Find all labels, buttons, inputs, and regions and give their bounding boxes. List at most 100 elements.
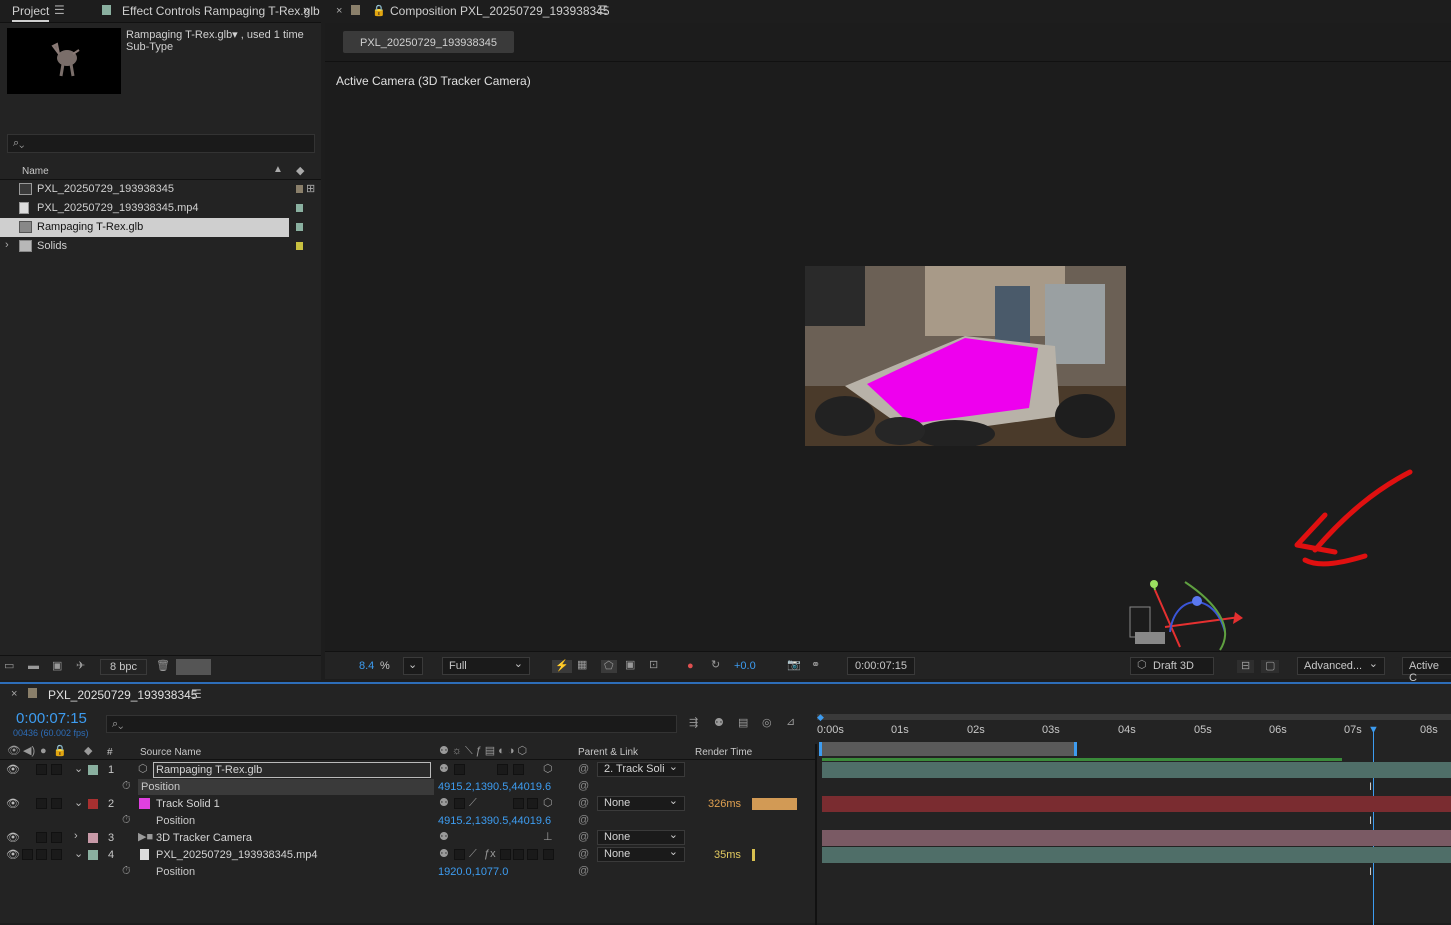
video-toggle-icon[interactable]: 👁 <box>7 746 21 757</box>
new-composition-icon[interactable]: ▣ <box>52 661 62 672</box>
label-swatch[interactable] <box>296 204 303 212</box>
3d-layer-icon[interactable]: ⊥ <box>543 832 553 843</box>
snapshot-camera-icon[interactable]: 📷 <box>787 660 801 671</box>
stopwatch-icon[interactable]: ⏱ <box>122 866 131 877</box>
keyframe-i-beam-icon[interactable]: I <box>1369 781 1372 793</box>
project-search-input[interactable]: ⌕⌄ <box>7 134 315 153</box>
parent-dropdown[interactable]: None <box>597 828 685 845</box>
label-swatch[interactable] <box>88 850 98 860</box>
tab-composition[interactable]: Composition PXL_20250729_193938345 <box>390 4 610 18</box>
flowchart-icon[interactable]: ⊞ <box>306 182 315 195</box>
composition-frame[interactable] <box>805 266 1126 446</box>
label-tag-icon[interactable]: ◆ <box>84 746 92 757</box>
twirl-down-icon[interactable]: ⌄ <box>74 847 83 860</box>
property-row-position[interactable]: ⏱ Position 4915.2,1390.5,44019.6 @ <box>0 779 816 796</box>
collapse-switch[interactable] <box>454 849 465 860</box>
column-render-time[interactable]: Render Time <box>695 747 752 758</box>
property-name[interactable]: Position <box>156 866 195 878</box>
renderer-button[interactable]: ⬡ Draft 3D <box>1130 657 1214 675</box>
audio-switch[interactable] <box>22 849 33 860</box>
label-tag-icon[interactable]: ◆ <box>296 164 304 177</box>
lock-switch[interactable] <box>51 849 62 860</box>
tab-project[interactable]: Project <box>12 4 50 22</box>
active-camera-dropdown[interactable]: Active C <box>1402 657 1451 684</box>
layer-row-1[interactable]: 👁 ⌄ 1 ⬡ Rampaging T-Rex.glb ⚉ ⬡ @ 2. Tra… <box>0 760 816 779</box>
expand-arrow-icon[interactable]: › <box>5 239 9 251</box>
solo-icon[interactable]: ● <box>40 746 47 757</box>
layer-name[interactable]: Track Solid 1 <box>156 798 220 810</box>
work-area-top[interactable] <box>817 714 1451 720</box>
pickwhip-icon[interactable]: @ <box>578 814 589 826</box>
close-icon[interactable]: × <box>336 5 342 17</box>
current-time[interactable]: 0:00:07:15 <box>16 710 87 727</box>
layer-row-3[interactable]: 👁 › 3 ▶■ 3D Tracker Camera ⚉ ⊥ @ None <box>0 828 816 847</box>
draft-3d-timeline-icon[interactable]: ⚉ <box>714 718 724 729</box>
color-channels-icon[interactable]: ● <box>687 660 694 672</box>
pickwhip-icon[interactable]: @ <box>578 797 589 809</box>
label-swatch[interactable] <box>296 185 303 193</box>
position-value[interactable]: 4915.2,1390.5,44019.6 <box>438 781 551 793</box>
panel-menu-icon[interactable]: ☰ <box>597 3 608 17</box>
grid-guides-icon[interactable]: ⊡ <box>649 660 658 671</box>
thumbnail-transparency-swatch[interactable] <box>176 659 211 675</box>
parent-dropdown[interactable]: None <box>597 794 685 811</box>
timeline-tab[interactable]: PXL_20250729_193938345 <box>48 688 197 702</box>
layer-row-4[interactable]: 👁 ⌄ 4 PXL_20250729_193938345.mp4 ⚉ ⟋ ƒx … <box>0 845 816 864</box>
twirl-down-icon[interactable]: ⌄ <box>74 796 83 809</box>
layer-name[interactable]: PXL_20250729_193938345.mp4 <box>156 849 317 861</box>
layer-search-input[interactable]: ⌕⌄ <box>106 715 677 733</box>
position-value[interactable]: 4915.2,1390.5,44019.6 <box>438 815 551 827</box>
resolution-dropdown[interactable]: Full ⌄ <box>442 657 530 675</box>
layer-3-track-bar[interactable] <box>822 830 1451 846</box>
playhead[interactable] <box>1373 728 1374 925</box>
zoom-value[interactable]: 8.4 <box>359 660 374 672</box>
exposure-value[interactable]: +0.0 <box>734 660 756 672</box>
twirl-right-icon[interactable]: › <box>74 830 78 842</box>
extended-viewer-icon[interactable]: ▢ <box>1261 660 1280 673</box>
work-area-bar[interactable] <box>819 742 1077 756</box>
lock-switch[interactable] <box>51 832 62 843</box>
switch-box[interactable] <box>500 849 511 860</box>
motion-blur-icon[interactable]: ◎ <box>762 718 772 729</box>
3d-transform-gizmo[interactable] <box>1125 572 1255 652</box>
pickwhip-icon[interactable]: @ <box>578 831 589 843</box>
collapse-switch[interactable] <box>454 764 465 775</box>
property-row-position[interactable]: ⏱ Position 4915.2,1390.5,44019.6 @ <box>0 813 816 830</box>
region-of-interest-icon[interactable]: ▣ <box>625 660 635 671</box>
column-parent-link[interactable]: Parent & Link <box>578 747 638 758</box>
eye-icon[interactable]: 👁 <box>6 831 20 844</box>
3d-ground-plane-icon[interactable]: ⊟ <box>1237 660 1255 673</box>
switch-box[interactable] <box>513 849 524 860</box>
lock-icon[interactable]: 🔒 <box>372 4 386 17</box>
switch-box[interactable] <box>497 764 508 775</box>
project-item-folder[interactable]: › Solids <box>0 237 321 256</box>
label-swatch[interactable] <box>88 799 98 809</box>
comp-mini-flowchart-icon[interactable]: ⇶ <box>689 718 698 729</box>
panel-overflow-icon[interactable]: » <box>303 2 310 17</box>
shy-switch-icon[interactable]: ⚉ <box>439 849 449 860</box>
show-snapshot-icon[interactable]: ⚭ <box>811 660 820 671</box>
twirl-down-icon[interactable]: ⌄ <box>74 762 83 775</box>
property-name[interactable]: Position <box>138 779 434 795</box>
stopwatch-icon[interactable]: ⏱ <box>122 781 131 792</box>
transparency-grid-icon[interactable]: ▦ <box>577 660 587 671</box>
layer-2-track-bar[interactable] <box>822 796 1451 812</box>
mask-visibility-icon[interactable]: ⬠ <box>601 660 617 673</box>
playhead-handle-icon[interactable]: ▼ <box>1368 724 1379 736</box>
solo-switch[interactable] <box>36 832 47 843</box>
bit-depth-button[interactable]: 8 bpc <box>100 659 147 675</box>
layer-name-edit[interactable]: Rampaging T-Rex.glb <box>153 762 431 778</box>
solo-switch[interactable] <box>36 764 47 775</box>
keyframe-i-beam-icon[interactable]: I <box>1369 815 1372 827</box>
eye-icon[interactable]: 👁 <box>6 763 20 776</box>
quality-switch-icon[interactable]: ⟋ <box>469 849 477 860</box>
reset-exposure-icon[interactable]: ↻ <box>711 660 720 671</box>
panel-menu-icon[interactable]: ☰ <box>54 3 65 17</box>
quality-switch-icon[interactable]: ⟋ <box>469 798 477 809</box>
collapse-switch[interactable] <box>454 798 465 809</box>
new-folder-icon[interactable]: ▬ <box>28 661 39 672</box>
3d-layer-icon[interactable]: ⬡ <box>543 764 553 775</box>
effects-switch-icon[interactable]: ƒx <box>484 849 496 860</box>
tab-effect-controls[interactable]: Effect Controls Rampaging T-Rex.glb <box>122 4 320 18</box>
lock-switch[interactable] <box>51 764 62 775</box>
